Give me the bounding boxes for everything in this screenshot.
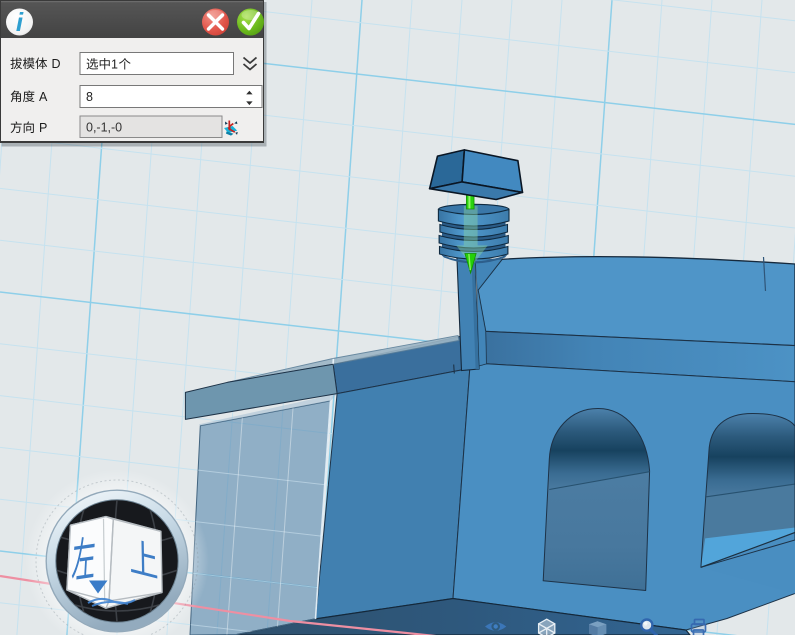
svg-text:i: i (16, 7, 24, 37)
svg-text:D: D (52, 57, 61, 71)
svg-text:0,-1,-0: 0,-1,-0 (86, 121, 122, 135)
svg-text:8: 8 (86, 90, 93, 104)
svg-text:1: 1 (111, 58, 118, 72)
svg-text:A: A (39, 90, 48, 104)
svg-text:P: P (39, 121, 47, 135)
